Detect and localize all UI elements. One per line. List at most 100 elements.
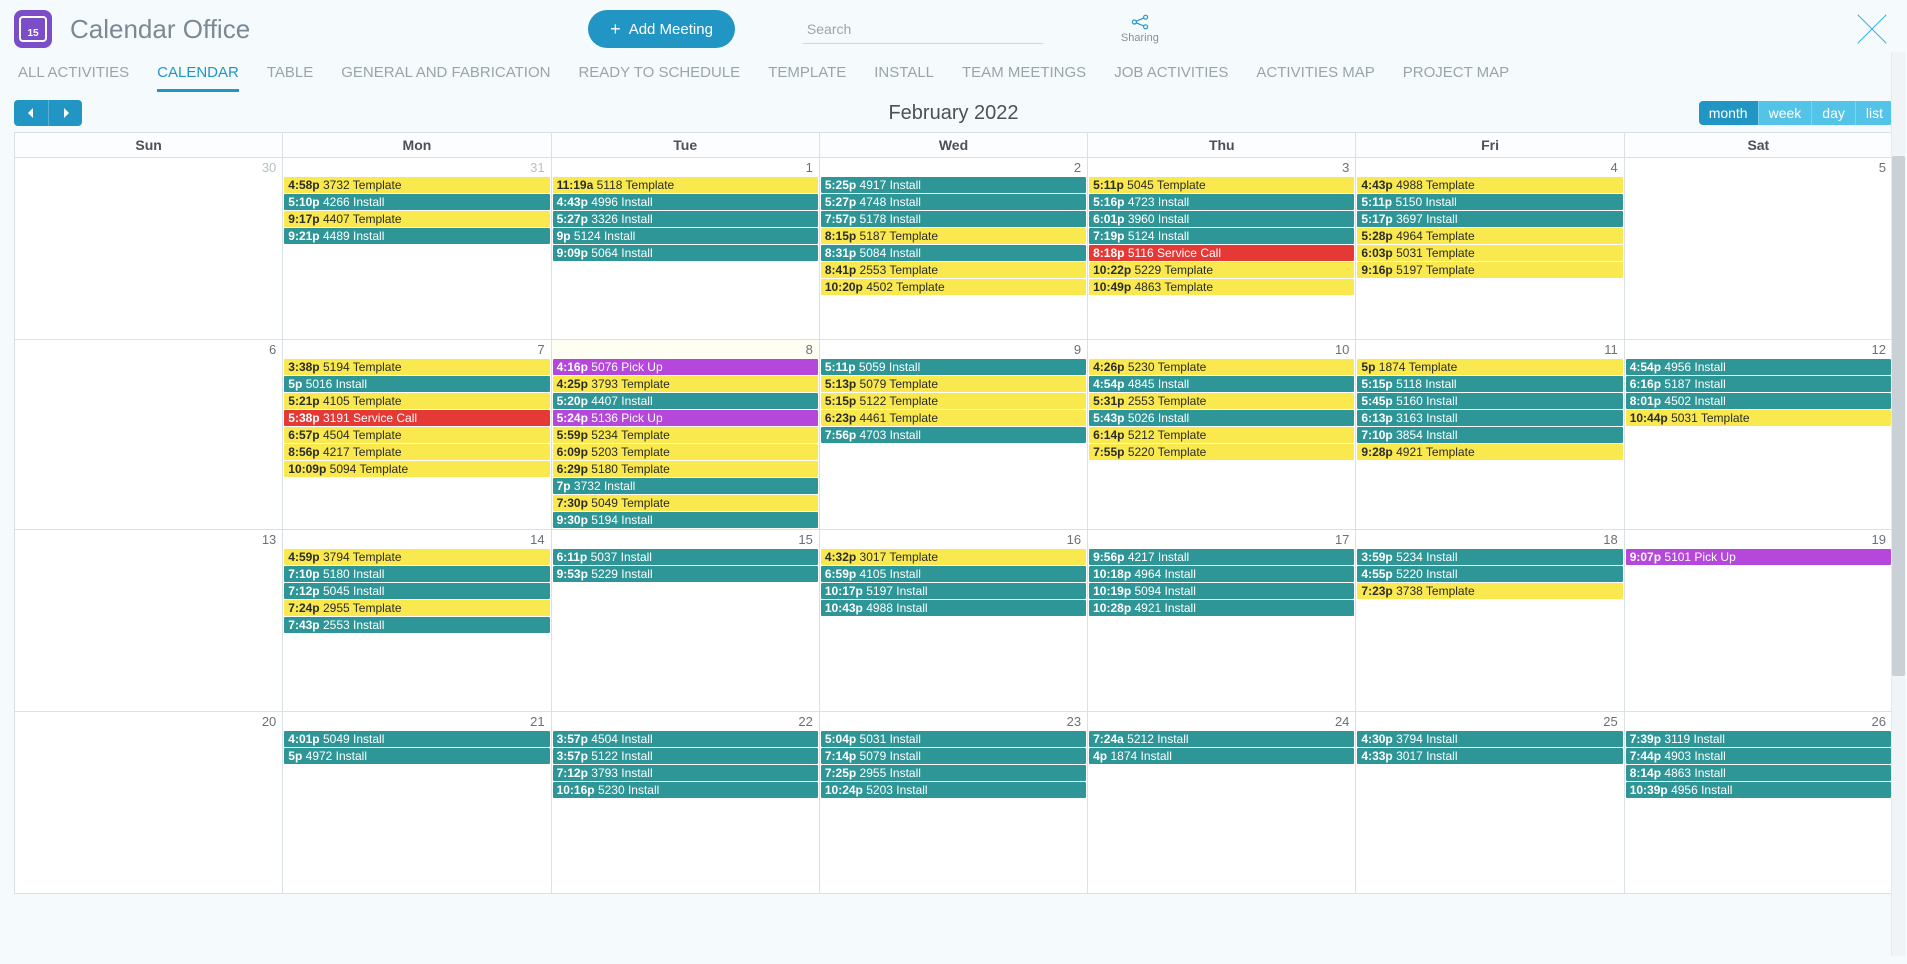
calendar-event[interactable]: 5:38p 3191 Service Call <box>284 410 549 426</box>
calendar-event[interactable]: 4:32p 3017 Template <box>821 549 1086 565</box>
calendar-event[interactable]: 3:57p 5122 Install <box>553 748 818 764</box>
calendar-day-cell[interactable]: 183:59p 5234 Install4:55p 5220 Install7:… <box>1356 530 1624 712</box>
calendar-event[interactable]: 6:13p 3163 Install <box>1357 410 1622 426</box>
calendar-day-cell[interactable]: 314:58p 3732 Template5:10p 4266 Install9… <box>283 158 551 340</box>
calendar-event[interactable]: 8:56p 4217 Template <box>284 444 549 460</box>
calendar-day-cell[interactable]: 44:43p 4988 Template5:11p 5150 Install5:… <box>1356 158 1624 340</box>
calendar-day-cell[interactable]: 164:32p 3017 Template6:59p 4105 Install1… <box>819 530 1087 712</box>
calendar-event[interactable]: 4:59p 3794 Template <box>284 549 549 565</box>
calendar-day-cell[interactable]: 235:04p 5031 Install7:14p 5079 Install7:… <box>819 712 1087 894</box>
view-btn-day[interactable]: day <box>1811 101 1855 125</box>
calendar-event[interactable]: 6:03p 5031 Template <box>1357 245 1622 261</box>
view-btn-list[interactable]: list <box>1855 101 1893 125</box>
calendar-event[interactable]: 10:18p 4964 Install <box>1089 566 1354 582</box>
calendar-event[interactable]: 9:53p 5229 Install <box>553 566 818 582</box>
calendar-event[interactable]: 10:16p 5230 Install <box>553 782 818 798</box>
calendar-event[interactable]: 5:43p 5026 Install <box>1089 410 1354 426</box>
calendar-event[interactable]: 4:25p 3793 Template <box>553 376 818 392</box>
calendar-day-cell[interactable]: 84:16p 5076 Pick Up4:25p 3793 Template5:… <box>551 340 819 530</box>
calendar-day-cell[interactable]: 95:11p 5059 Install5:13p 5079 Template5:… <box>819 340 1087 530</box>
calendar-event[interactable]: 8:15p 5187 Template <box>821 228 1086 244</box>
view-btn-week[interactable]: week <box>1758 101 1812 125</box>
calendar-event[interactable]: 6:16p 5187 Install <box>1626 376 1891 392</box>
calendar-event[interactable]: 5p 1874 Template <box>1357 359 1622 375</box>
tab-project-map[interactable]: PROJECT MAP <box>1403 64 1509 92</box>
calendar-event[interactable]: 8:14p 4863 Install <box>1626 765 1891 781</box>
calendar-event[interactable]: 6:14p 5212 Template <box>1089 427 1354 443</box>
calendar-event[interactable]: 4:01p 5049 Install <box>284 731 549 747</box>
tab-general-fabrication[interactable]: GENERAL AND FABRICATION <box>341 64 550 92</box>
calendar-event[interactable]: 4:43p 4996 Install <box>553 194 818 210</box>
calendar-event[interactable]: 7:19p 5124 Install <box>1089 228 1354 244</box>
calendar-event[interactable]: 7:10p 5180 Install <box>284 566 549 582</box>
calendar-event[interactable]: 5:11p 5045 Template <box>1089 177 1354 193</box>
calendar-event[interactable]: 10:39p 4956 Install <box>1626 782 1891 798</box>
calendar-event[interactable]: 9p 5124 Install <box>553 228 818 244</box>
calendar-day-cell[interactable]: 25:25p 4917 Install5:27p 4748 Install7:5… <box>819 158 1087 340</box>
calendar-event[interactable]: 4:33p 3017 Install <box>1357 748 1622 764</box>
calendar-event[interactable]: 4:54p 4956 Install <box>1626 359 1891 375</box>
calendar-event[interactable]: 4:43p 4988 Template <box>1357 177 1622 193</box>
calendar-event[interactable]: 10:28p 4921 Install <box>1089 600 1354 616</box>
calendar-day-cell[interactable]: 199:07p 5101 Pick Up <box>1624 530 1892 712</box>
calendar-event[interactable]: 7:39p 3119 Install <box>1626 731 1891 747</box>
calendar-event[interactable]: 11:19a 5118 Template <box>553 177 818 193</box>
calendar-event[interactable]: 5:16p 4723 Install <box>1089 194 1354 210</box>
calendar-day-cell[interactable]: 73:38p 5194 Template5p 5016 Install5:21p… <box>283 340 551 530</box>
calendar-event[interactable]: 5:15p 5122 Template <box>821 393 1086 409</box>
scrollbar[interactable] <box>1891 52 1905 956</box>
calendar-day-cell[interactable]: 104:26p 5230 Template4:54p 4845 Install5… <box>1088 340 1356 530</box>
calendar-event[interactable]: 6:57p 4504 Template <box>284 427 549 443</box>
calendar-event[interactable]: 5:45p 5160 Install <box>1357 393 1622 409</box>
calendar-event[interactable]: 5:20p 4407 Install <box>553 393 818 409</box>
calendar-day-cell[interactable]: 179:56p 4217 Install10:18p 4964 Install1… <box>1088 530 1356 712</box>
close-button[interactable] <box>1851 8 1893 50</box>
calendar-wrap[interactable]: SunMonTueWedThuFriSat 30314:58p 3732 Tem… <box>0 132 1907 964</box>
calendar-event[interactable]: 7:24p 2955 Template <box>284 600 549 616</box>
calendar-event[interactable]: 5:24p 5136 Pick Up <box>553 410 818 426</box>
calendar-event[interactable]: 10:20p 4502 Template <box>821 279 1086 295</box>
tab-activities-map[interactable]: ACTIVITIES MAP <box>1256 64 1374 92</box>
calendar-day-cell[interactable]: 156:11p 5037 Install9:53p 5229 Install <box>551 530 819 712</box>
calendar-event[interactable]: 5:11p 5059 Install <box>821 359 1086 375</box>
add-meeting-button[interactable]: + Add Meeting <box>588 10 735 48</box>
calendar-event[interactable]: 10:19p 5094 Install <box>1089 583 1354 599</box>
calendar-day-cell[interactable]: 214:01p 5049 Install5p 4972 Install <box>283 712 551 894</box>
calendar-day-cell[interactable]: 5 <box>1624 158 1892 340</box>
calendar-event[interactable]: 10:43p 4988 Install <box>821 600 1086 616</box>
view-btn-month[interactable]: month <box>1699 101 1758 125</box>
calendar-event[interactable]: 5:25p 4917 Install <box>821 177 1086 193</box>
calendar-event[interactable]: 5p 4972 Install <box>284 748 549 764</box>
calendar-event[interactable]: 5:04p 5031 Install <box>821 731 1086 747</box>
calendar-event[interactable]: 5:31p 2553 Template <box>1089 393 1354 409</box>
calendar-event[interactable]: 5p 5016 Install <box>284 376 549 392</box>
calendar-event[interactable]: 9:07p 5101 Pick Up <box>1626 549 1891 565</box>
calendar-event[interactable]: 4p 1874 Install <box>1089 748 1354 764</box>
calendar-event[interactable]: 8:18p 5116 Service Call <box>1089 245 1354 261</box>
calendar-event[interactable]: 9:09p 5064 Install <box>553 245 818 261</box>
calendar-event[interactable]: 10:44p 5031 Template <box>1626 410 1891 426</box>
calendar-day-cell[interactable]: 124:54p 4956 Install6:16p 5187 Install8:… <box>1624 340 1892 530</box>
calendar-event[interactable]: 4:26p 5230 Template <box>1089 359 1354 375</box>
calendar-day-cell[interactable]: 13 <box>15 530 283 712</box>
calendar-event[interactable]: 4:58p 3732 Template <box>284 177 549 193</box>
calendar-event[interactable]: 10:24p 5203 Install <box>821 782 1086 798</box>
calendar-event[interactable]: 9:30p 5194 Install <box>553 512 818 528</box>
calendar-event[interactable]: 7:10p 3854 Install <box>1357 427 1622 443</box>
calendar-event[interactable]: 6:09p 5203 Template <box>553 444 818 460</box>
calendar-event[interactable]: 10:17p 5197 Install <box>821 583 1086 599</box>
calendar-event[interactable]: 7:44p 4903 Install <box>1626 748 1891 764</box>
calendar-day-cell[interactable]: 20 <box>15 712 283 894</box>
calendar-event[interactable]: 7:23p 3738 Template <box>1357 583 1622 599</box>
calendar-event[interactable]: 6:29p 5180 Template <box>553 461 818 477</box>
calendar-event[interactable]: 8:01p 4502 Install <box>1626 393 1891 409</box>
tab-template[interactable]: TEMPLATE <box>768 64 846 92</box>
tab-calendar[interactable]: CALENDAR <box>157 64 239 92</box>
scroll-thumb[interactable] <box>1892 156 1905 676</box>
search-input[interactable] <box>803 15 1043 44</box>
calendar-event[interactable]: 7:56p 4703 Install <box>821 427 1086 443</box>
calendar-event[interactable]: 7:12p 5045 Install <box>284 583 549 599</box>
calendar-event[interactable]: 10:09p 5094 Template <box>284 461 549 477</box>
calendar-event[interactable]: 9:28p 4921 Template <box>1357 444 1622 460</box>
calendar-event[interactable]: 5:59p 5234 Template <box>553 427 818 443</box>
